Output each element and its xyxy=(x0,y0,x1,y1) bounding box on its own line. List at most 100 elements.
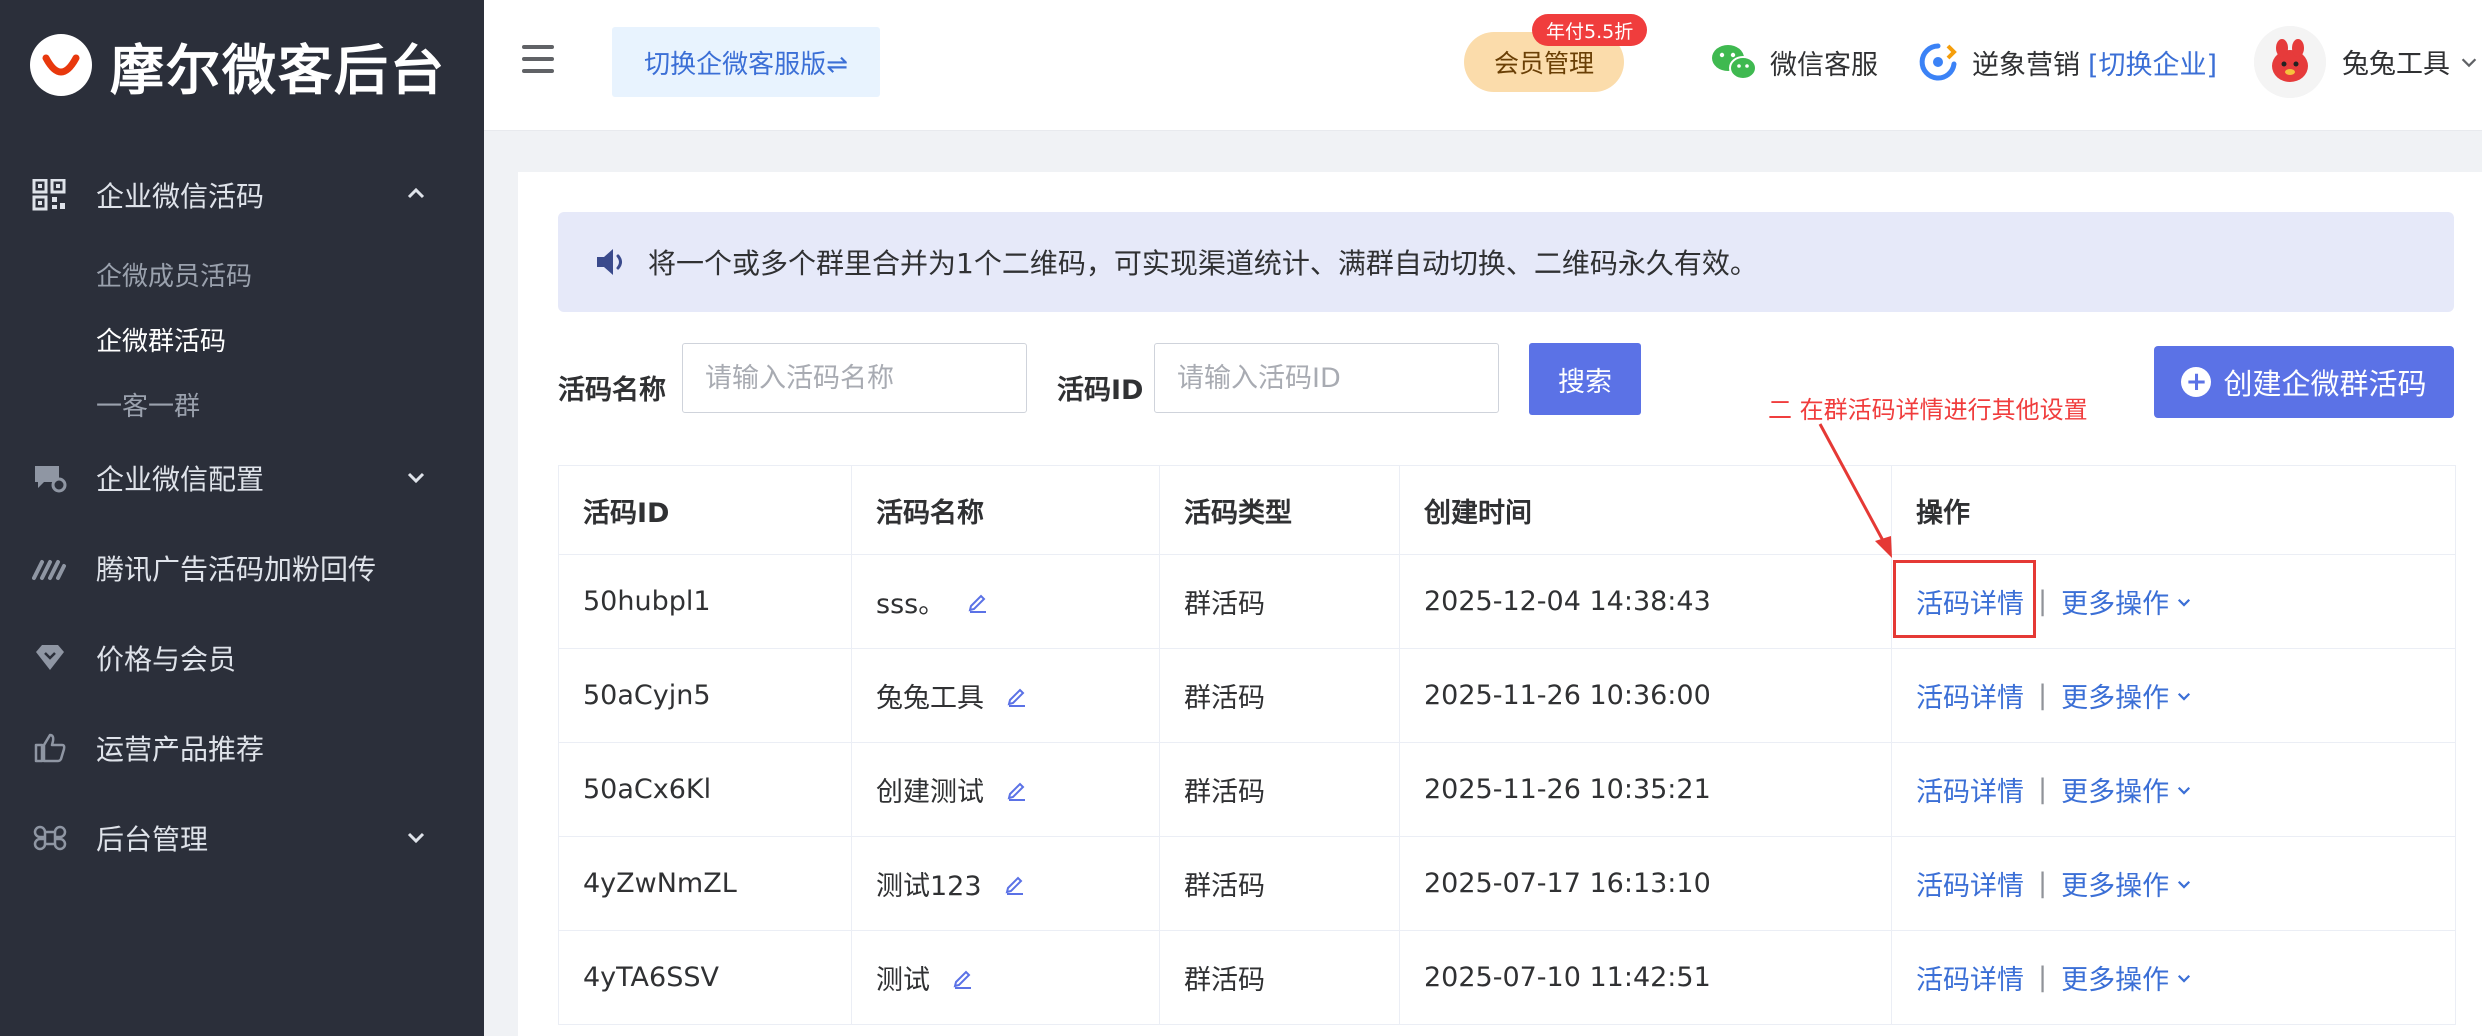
edit-icon[interactable] xyxy=(967,591,989,613)
search-button[interactable]: 搜索 xyxy=(1529,343,1641,415)
detail-link[interactable]: 活码详情 xyxy=(1916,864,2024,903)
sidebar-item-label: 价格与会员 xyxy=(96,643,237,676)
sidebar: 摩尔微客后台 企业微信活码 企微成员活码 企微群活码 一客一群 企业微信配置 腾… xyxy=(0,0,484,1036)
qrcode-icon xyxy=(32,179,66,211)
separator: | xyxy=(2038,680,2048,711)
more-actions-dropdown[interactable]: 更多操作 xyxy=(2061,676,2193,715)
sidebar-item-recommend[interactable]: 运营产品推荐 xyxy=(0,713,484,783)
cell-actions: 活码详情 | 更多操作 xyxy=(1892,931,2455,1024)
speaker-icon xyxy=(597,249,622,275)
more-actions-dropdown[interactable]: 更多操作 xyxy=(2061,864,2193,903)
table-row: 50aCx6Kl 创建测试 群活码 2025-11-26 10:35:21 活码… xyxy=(559,743,2455,837)
thumbs-up-icon xyxy=(34,733,66,763)
chat-gear-icon xyxy=(35,466,67,493)
edit-icon[interactable] xyxy=(952,967,974,989)
more-actions-dropdown[interactable]: 更多操作 xyxy=(2061,958,2193,997)
sidebar-item-tencent-ads[interactable]: 腾讯广告活码加粉回传 xyxy=(0,533,484,603)
detail-link[interactable]: 活码详情 xyxy=(1916,770,2024,809)
cell-actions: 活码详情 | 更多操作 xyxy=(1892,743,2455,836)
user-menu[interactable]: 兔兔工具 xyxy=(2342,42,2480,81)
cell-created: 2025-11-26 10:36:00 xyxy=(1400,649,1892,742)
column-header: 操作 xyxy=(1916,497,1970,529)
marketing-label: 逆象营销 xyxy=(1972,49,2080,81)
cell-created: 2025-07-10 11:42:51 xyxy=(1400,931,1892,1024)
separator: | xyxy=(2038,586,2048,617)
top-header: 切换企微客服版⇌ 会员管理 年付5.5折 微信客服 逆象营销 [切换企业] 兔兔… xyxy=(484,0,2482,131)
brand[interactable]: 摩尔微客后台 xyxy=(30,30,446,102)
more-actions-label: 更多操作 xyxy=(2061,871,2170,902)
column-header: 活码类型 xyxy=(1160,466,1400,554)
code-name-input[interactable] xyxy=(682,343,1027,413)
edit-icon[interactable] xyxy=(1006,779,1028,801)
sidebar-subitem-member-code[interactable]: 企微成员活码 xyxy=(96,256,252,293)
cell-name-text: 创建测试 xyxy=(876,777,984,808)
cell-type: 群活码 xyxy=(1160,931,1400,1024)
more-actions-dropdown[interactable]: 更多操作 xyxy=(2061,582,2193,621)
sidebar-item-admin[interactable]: 后台管理 xyxy=(0,803,484,873)
separator: | xyxy=(2038,868,2048,899)
switch-edition-button[interactable]: 切换企微客服版⇌ xyxy=(612,27,880,97)
notice-banner: 将一个或多个群里合并为1个二维码，可实现渠道统计、满群自动切换、二维码永久有效。 xyxy=(558,212,2454,312)
table-row: 50hubpl1 sss。 群活码 2025-12-04 14:38:43 活码… xyxy=(559,555,2455,649)
separator: | xyxy=(2038,962,2048,993)
sidebar-subitem-one-customer[interactable]: 一客一群 xyxy=(96,386,200,423)
cell-name: 测试123 xyxy=(852,837,1160,930)
cell-type: 群活码 xyxy=(1160,555,1400,648)
sidebar-item-pricing[interactable]: 价格与会员 xyxy=(0,623,484,693)
separator: | xyxy=(2038,774,2048,805)
sidebar-item-qrcode[interactable]: 企业微信活码 xyxy=(0,160,484,230)
brand-title: 摩尔微客后台 xyxy=(110,38,446,102)
detail-link[interactable]: 活码详情 xyxy=(1916,676,2024,715)
sidebar-subitem-group-code[interactable]: 企微群活码 xyxy=(96,321,226,358)
cell-name-text: 兔兔工具 xyxy=(876,683,984,714)
create-group-code-button[interactable]: + 创建企微群活码 xyxy=(2154,346,2454,418)
avatar[interactable] xyxy=(2254,26,2326,98)
marketing-link[interactable]: 逆象营销 [切换企业] xyxy=(1918,42,2217,82)
detail-link[interactable]: 活码详情 xyxy=(1916,958,2024,997)
hamburger-menu-icon[interactable] xyxy=(522,45,554,73)
cell-actions: 活码详情 | 更多操作 xyxy=(1892,649,2455,742)
edit-icon[interactable] xyxy=(1004,873,1026,895)
chevron-down-icon xyxy=(407,832,425,844)
code-name-label: 活码名称 xyxy=(558,375,666,406)
more-actions-label: 更多操作 xyxy=(2061,589,2170,620)
brand-logo-icon xyxy=(30,34,92,96)
cell-id: 50hubpl1 xyxy=(559,555,852,648)
discount-badge: 年付5.5折 xyxy=(1532,14,1648,46)
more-actions-label: 更多操作 xyxy=(2061,777,2170,808)
user-name: 兔兔工具 xyxy=(2342,49,2450,80)
ad-stripes-icon xyxy=(32,560,66,580)
detail-link[interactable]: 活码详情 xyxy=(1916,582,2024,621)
wechat-service-link[interactable]: 微信客服 xyxy=(1710,42,1878,82)
column-header: 创建时间 xyxy=(1400,466,1892,554)
cell-actions: 活码详情 | 更多操作 xyxy=(1892,837,2455,930)
cell-type: 群活码 xyxy=(1160,837,1400,930)
sidebar-item-label: 运营产品推荐 xyxy=(96,733,265,766)
code-id-input[interactable] xyxy=(1154,343,1499,413)
chevron-down-icon xyxy=(2178,692,2191,701)
table-row: 4yTA6SSV 测试 群活码 2025-07-10 11:42:51 活码详情… xyxy=(559,931,2455,1025)
chevron-down-icon xyxy=(2178,974,2191,983)
switch-company-link[interactable]: [切换企业] xyxy=(2088,43,2217,82)
sidebar-item-label: 后台管理 xyxy=(96,823,209,856)
code-id-label: 活码ID xyxy=(1057,375,1144,406)
annotation-text: 二 在群活码详情进行其他设置 xyxy=(1768,396,2088,424)
diamond-icon xyxy=(36,645,64,670)
cell-id: 50aCx6Kl xyxy=(559,743,852,836)
wechat-service-label: 微信客服 xyxy=(1770,49,1878,81)
column-header: 活码ID xyxy=(559,466,852,554)
cell-name-text: 测试123 xyxy=(876,871,982,902)
more-actions-dropdown[interactable]: 更多操作 xyxy=(2061,770,2193,809)
chevron-up-icon xyxy=(407,187,425,199)
plus-circle-icon: + xyxy=(2181,367,2212,397)
sidebar-item-wecom-config[interactable]: 企业微信配置 xyxy=(0,443,484,513)
cell-id: 4yTA6SSV xyxy=(559,931,852,1024)
cell-created: 2025-12-04 14:38:43 xyxy=(1400,555,1892,648)
edit-icon[interactable] xyxy=(1006,685,1028,707)
chevron-down-icon xyxy=(407,472,425,484)
more-actions-label: 更多操作 xyxy=(2061,683,2170,714)
cell-name: 兔兔工具 xyxy=(852,649,1160,742)
cell-type: 群活码 xyxy=(1160,743,1400,836)
cell-name-text: sss。 xyxy=(876,589,946,620)
codes-table: 活码ID 活码名称 活码类型 创建时间 操作 50hubpl1 sss。 群活码… xyxy=(558,465,2456,1025)
